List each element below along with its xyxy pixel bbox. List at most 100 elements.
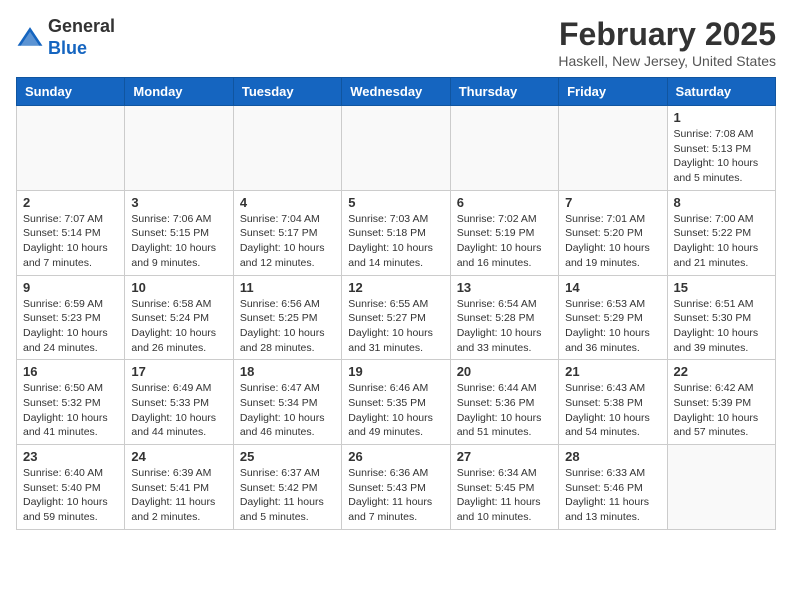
weekday-header-tuesday: Tuesday xyxy=(233,78,341,106)
day-number: 27 xyxy=(457,449,552,464)
day-info: Sunrise: 6:33 AM Sunset: 5:46 PM Dayligh… xyxy=(565,466,660,525)
day-number: 2 xyxy=(23,195,118,210)
calendar-cell: 12 Sunrise: 6:55 AM Sunset: 5:27 PM Dayli… xyxy=(342,275,450,360)
day-number: 8 xyxy=(674,195,769,210)
day-number: 26 xyxy=(348,449,443,464)
weekday-header-wednesday: Wednesday xyxy=(342,78,450,106)
day-number: 5 xyxy=(348,195,443,210)
day-number: 18 xyxy=(240,364,335,379)
calendar-week-row: 1Sunrise: 7:08 AM Sunset: 5:13 PM Daylig… xyxy=(17,106,776,191)
day-number: 20 xyxy=(457,364,552,379)
day-number: 22 xyxy=(674,364,769,379)
weekday-header-row: SundayMondayTuesdayWednesdayThursdayFrid… xyxy=(17,78,776,106)
calendar-week-row: 16 Sunrise: 6:50 AM Sunset: 5:32 PM Dayli… xyxy=(17,360,776,445)
calendar-table: SundayMondayTuesdayWednesdayThursdayFrid… xyxy=(16,77,776,530)
calendar-cell: 3 Sunrise: 7:06 AM Sunset: 5:15 PM Daylig… xyxy=(125,190,233,275)
day-number: 12 xyxy=(348,280,443,295)
calendar-cell: 8 Sunrise: 7:00 AM Sunset: 5:22 PM Daylig… xyxy=(667,190,775,275)
calendar-cell: 10 Sunrise: 6:58 AM Sunset: 5:24 PM Dayli… xyxy=(125,275,233,360)
day-info: Sunrise: 6:36 AM Sunset: 5:43 PM Dayligh… xyxy=(348,466,443,525)
day-info: Sunrise: 6:59 AM Sunset: 5:23 PM Dayligh… xyxy=(23,297,118,356)
calendar-cell: 9 Sunrise: 6:59 AM Sunset: 5:23 PM Daylig… xyxy=(17,275,125,360)
calendar-cell: 4Sunrise: 7:04 AM Sunset: 5:17 PM Daylig… xyxy=(233,190,341,275)
calendar-cell: 11 Sunrise: 6:56 AM Sunset: 5:25 PM Dayli… xyxy=(233,275,341,360)
day-info: Sunrise: 6:46 AM Sunset: 5:35 PM Dayligh… xyxy=(348,381,443,440)
weekday-header-friday: Friday xyxy=(559,78,667,106)
day-number: 23 xyxy=(23,449,118,464)
day-number: 9 xyxy=(23,280,118,295)
logo-text: General Blue xyxy=(48,16,115,59)
location: Haskell, New Jersey, United States xyxy=(558,53,776,69)
calendar-cell: 25 Sunrise: 6:37 AM Sunset: 5:42 PM Dayli… xyxy=(233,445,341,530)
calendar-cell xyxy=(233,106,341,191)
day-info: Sunrise: 7:07 AM Sunset: 5:14 PM Dayligh… xyxy=(23,212,118,271)
day-number: 10 xyxy=(131,280,226,295)
day-info: Sunrise: 7:03 AM Sunset: 5:18 PM Dayligh… xyxy=(348,212,443,271)
calendar-cell: 17 Sunrise: 6:49 AM Sunset: 5:33 PM Dayli… xyxy=(125,360,233,445)
day-info: Sunrise: 6:58 AM Sunset: 5:24 PM Dayligh… xyxy=(131,297,226,356)
header: General Blue February 2025 Haskell, New … xyxy=(16,16,776,69)
weekday-header-sunday: Sunday xyxy=(17,78,125,106)
day-number: 17 xyxy=(131,364,226,379)
day-info: Sunrise: 7:02 AM Sunset: 5:19 PM Dayligh… xyxy=(457,212,552,271)
day-number: 14 xyxy=(565,280,660,295)
calendar-cell: 20 Sunrise: 6:44 AM Sunset: 5:36 PM Dayli… xyxy=(450,360,558,445)
calendar-cell: 16 Sunrise: 6:50 AM Sunset: 5:32 PM Dayli… xyxy=(17,360,125,445)
calendar-cell: 19 Sunrise: 6:46 AM Sunset: 5:35 PM Dayli… xyxy=(342,360,450,445)
day-info: Sunrise: 6:34 AM Sunset: 5:45 PM Dayligh… xyxy=(457,466,552,525)
day-info: Sunrise: 6:50 AM Sunset: 5:32 PM Dayligh… xyxy=(23,381,118,440)
logo-blue: Blue xyxy=(48,38,115,60)
day-info: Sunrise: 6:39 AM Sunset: 5:41 PM Dayligh… xyxy=(131,466,226,525)
calendar-cell: 6 Sunrise: 7:02 AM Sunset: 5:19 PM Daylig… xyxy=(450,190,558,275)
calendar-week-row: 23 Sunrise: 6:40 AM Sunset: 5:40 PM Dayli… xyxy=(17,445,776,530)
title-area: February 2025 Haskell, New Jersey, Unite… xyxy=(558,16,776,69)
calendar-cell xyxy=(450,106,558,191)
calendar-cell: 24Sunrise: 6:39 AM Sunset: 5:41 PM Dayli… xyxy=(125,445,233,530)
weekday-header-thursday: Thursday xyxy=(450,78,558,106)
day-info: Sunrise: 6:47 AM Sunset: 5:34 PM Dayligh… xyxy=(240,381,335,440)
day-number: 19 xyxy=(348,364,443,379)
day-number: 16 xyxy=(23,364,118,379)
day-info: Sunrise: 6:56 AM Sunset: 5:25 PM Dayligh… xyxy=(240,297,335,356)
calendar-cell: 15 Sunrise: 6:51 AM Sunset: 5:30 PM Dayli… xyxy=(667,275,775,360)
logo: General Blue xyxy=(16,16,115,59)
day-number: 1 xyxy=(674,110,769,125)
day-number: 15 xyxy=(674,280,769,295)
day-info: Sunrise: 6:49 AM Sunset: 5:33 PM Dayligh… xyxy=(131,381,226,440)
day-number: 4 xyxy=(240,195,335,210)
day-info: Sunrise: 6:40 AM Sunset: 5:40 PM Dayligh… xyxy=(23,466,118,525)
day-info: Sunrise: 6:42 AM Sunset: 5:39 PM Dayligh… xyxy=(674,381,769,440)
day-number: 13 xyxy=(457,280,552,295)
day-info: Sunrise: 7:01 AM Sunset: 5:20 PM Dayligh… xyxy=(565,212,660,271)
day-number: 11 xyxy=(240,280,335,295)
day-info: Sunrise: 6:44 AM Sunset: 5:36 PM Dayligh… xyxy=(457,381,552,440)
calendar-cell: 1Sunrise: 7:08 AM Sunset: 5:13 PM Daylig… xyxy=(667,106,775,191)
calendar-week-row: 2 Sunrise: 7:07 AM Sunset: 5:14 PM Daylig… xyxy=(17,190,776,275)
day-info: Sunrise: 6:43 AM Sunset: 5:38 PM Dayligh… xyxy=(565,381,660,440)
logo-icon xyxy=(16,24,44,52)
calendar-cell: 13 Sunrise: 6:54 AM Sunset: 5:28 PM Dayli… xyxy=(450,275,558,360)
calendar-cell: 18 Sunrise: 6:47 AM Sunset: 5:34 PM Dayli… xyxy=(233,360,341,445)
calendar-cell xyxy=(559,106,667,191)
day-number: 25 xyxy=(240,449,335,464)
day-info: Sunrise: 7:00 AM Sunset: 5:22 PM Dayligh… xyxy=(674,212,769,271)
day-info: Sunrise: 6:54 AM Sunset: 5:28 PM Dayligh… xyxy=(457,297,552,356)
day-info: Sunrise: 6:51 AM Sunset: 5:30 PM Dayligh… xyxy=(674,297,769,356)
day-info: Sunrise: 6:37 AM Sunset: 5:42 PM Dayligh… xyxy=(240,466,335,525)
logo-general: General xyxy=(48,16,115,38)
calendar-cell: 5 Sunrise: 7:03 AM Sunset: 5:18 PM Daylig… xyxy=(342,190,450,275)
day-number: 21 xyxy=(565,364,660,379)
calendar-cell: 21 Sunrise: 6:43 AM Sunset: 5:38 PM Dayli… xyxy=(559,360,667,445)
calendar-cell xyxy=(125,106,233,191)
calendar-cell: 26 Sunrise: 6:36 AM Sunset: 5:43 PM Dayli… xyxy=(342,445,450,530)
month-title: February 2025 xyxy=(558,16,776,53)
calendar-cell: 22 Sunrise: 6:42 AM Sunset: 5:39 PM Dayli… xyxy=(667,360,775,445)
day-info: Sunrise: 6:55 AM Sunset: 5:27 PM Dayligh… xyxy=(348,297,443,356)
day-info: Sunrise: 7:06 AM Sunset: 5:15 PM Dayligh… xyxy=(131,212,226,271)
day-number: 3 xyxy=(131,195,226,210)
day-number: 6 xyxy=(457,195,552,210)
day-number: 7 xyxy=(565,195,660,210)
calendar-cell: 23 Sunrise: 6:40 AM Sunset: 5:40 PM Dayli… xyxy=(17,445,125,530)
weekday-header-saturday: Saturday xyxy=(667,78,775,106)
calendar-cell: 2 Sunrise: 7:07 AM Sunset: 5:14 PM Daylig… xyxy=(17,190,125,275)
